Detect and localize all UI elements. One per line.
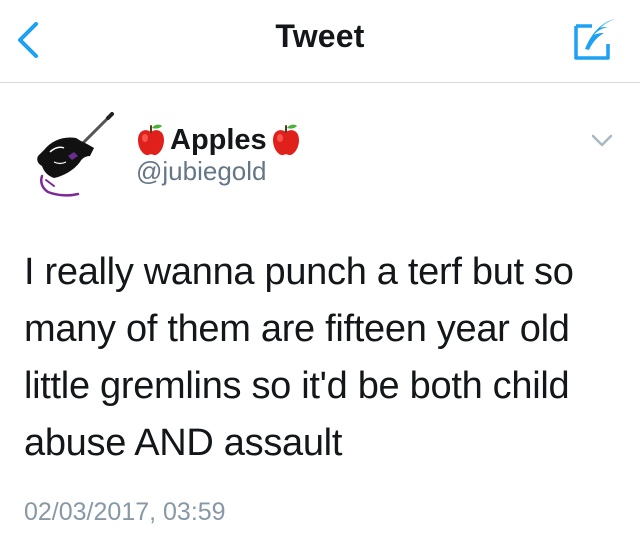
tweet-menu-button[interactable] — [590, 130, 614, 150]
avatar[interactable] — [24, 106, 120, 202]
compose-feather-icon — [574, 19, 615, 60]
navigation-bar: Tweet — [0, 0, 640, 83]
red-apple-emoji — [138, 124, 164, 156]
display-name: Apples — [170, 123, 267, 156]
page-title: Tweet — [275, 18, 365, 54]
author-name-row[interactable]: Apples — [136, 120, 301, 160]
tweet-text: I really wanna punch a terf but so many … — [24, 251, 574, 464]
tweet-timestamp: 02/03/2017, 03:59 — [24, 498, 226, 526]
avatar-drawing-hand-image — [24, 106, 120, 202]
red-apple-emoji — [272, 124, 299, 156]
chevron-down-icon — [591, 134, 613, 147]
user-handle[interactable]: @jubiegold — [136, 156, 266, 187]
compose-button[interactable] — [572, 16, 618, 62]
